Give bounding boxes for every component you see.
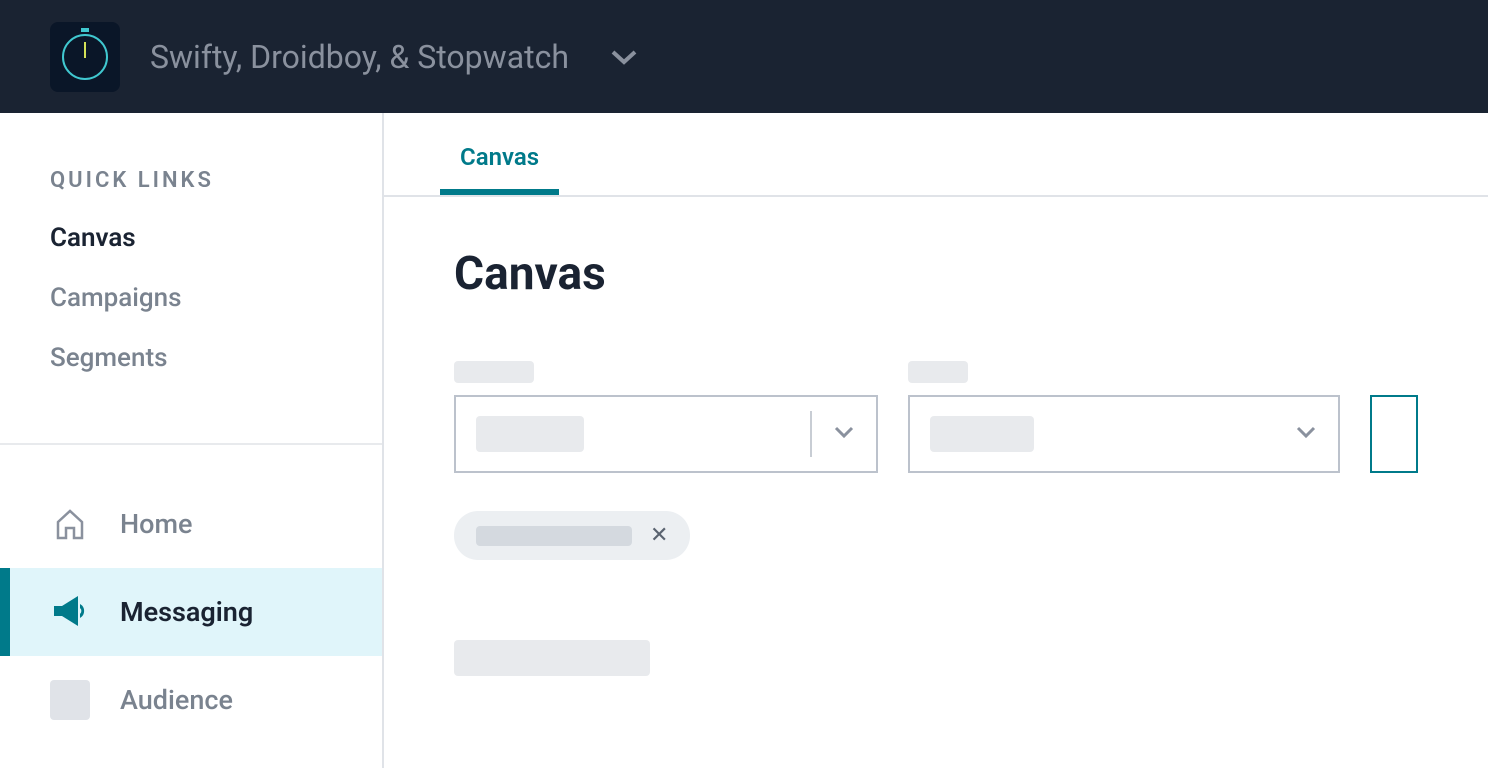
chip-text-skeleton xyxy=(476,526,632,546)
tab-canvas[interactable]: Canvas xyxy=(440,113,559,195)
nav-item-messaging[interactable]: Messaging xyxy=(0,568,382,656)
content-area: Canvas xyxy=(384,197,1488,726)
filter-button-3[interactable] xyxy=(1370,395,1418,473)
nav-label: Audience xyxy=(120,684,233,716)
app-header: Swifty, Droidboy, & Stopwatch xyxy=(0,0,1488,113)
nav-item-home[interactable]: Home xyxy=(0,480,382,568)
filters-row xyxy=(454,361,1418,473)
filter-select-1[interactable] xyxy=(454,395,878,473)
audience-icon xyxy=(50,680,90,720)
workspace-selector[interactable]: Swifty, Droidboy, & Stopwatch xyxy=(150,38,569,76)
workspace-logo xyxy=(50,22,120,92)
select-divider xyxy=(810,411,812,457)
stopwatch-icon xyxy=(62,34,108,80)
filter-select-2[interactable] xyxy=(908,395,1340,473)
nav-section: Home Messaging Audience xyxy=(0,445,382,744)
nav-item-audience[interactable]: Audience xyxy=(0,656,382,744)
quick-link-segments[interactable]: Segments xyxy=(50,343,332,373)
filter-group-1 xyxy=(454,361,878,473)
filter-chip: ✕ xyxy=(454,511,690,560)
main-content: Canvas Canvas xyxy=(384,113,1488,768)
filter-group-2 xyxy=(908,361,1340,473)
chevron-down-icon xyxy=(832,424,856,444)
filter-group-3 xyxy=(1370,361,1418,473)
quick-link-campaigns[interactable]: Campaigns xyxy=(50,283,332,313)
chevron-down-icon xyxy=(1294,424,1318,444)
quick-links-title: QUICK LINKS xyxy=(50,168,332,193)
tabs-bar: Canvas xyxy=(384,113,1488,197)
sidebar: QUICK LINKS Canvas Campaigns Segments Ho… xyxy=(0,113,384,768)
filter-label-skeleton xyxy=(454,361,534,383)
quick-links-section: QUICK LINKS Canvas Campaigns Segments xyxy=(0,113,382,445)
home-icon xyxy=(50,504,90,544)
filter-label-skeleton xyxy=(908,361,968,383)
close-icon[interactable]: ✕ xyxy=(650,523,668,548)
page-title: Canvas xyxy=(454,247,1418,301)
select-value-skeleton xyxy=(930,416,1034,452)
chip-row: ✕ xyxy=(454,511,1418,560)
select-value-skeleton xyxy=(476,416,584,452)
section-label-skeleton xyxy=(454,640,650,676)
nav-label: Messaging xyxy=(120,596,253,628)
body-container: QUICK LINKS Canvas Campaigns Segments Ho… xyxy=(0,113,1488,768)
quick-link-canvas[interactable]: Canvas xyxy=(50,223,332,253)
chevron-down-icon[interactable] xyxy=(609,42,639,72)
megaphone-icon xyxy=(50,592,90,632)
nav-label: Home xyxy=(120,508,192,540)
